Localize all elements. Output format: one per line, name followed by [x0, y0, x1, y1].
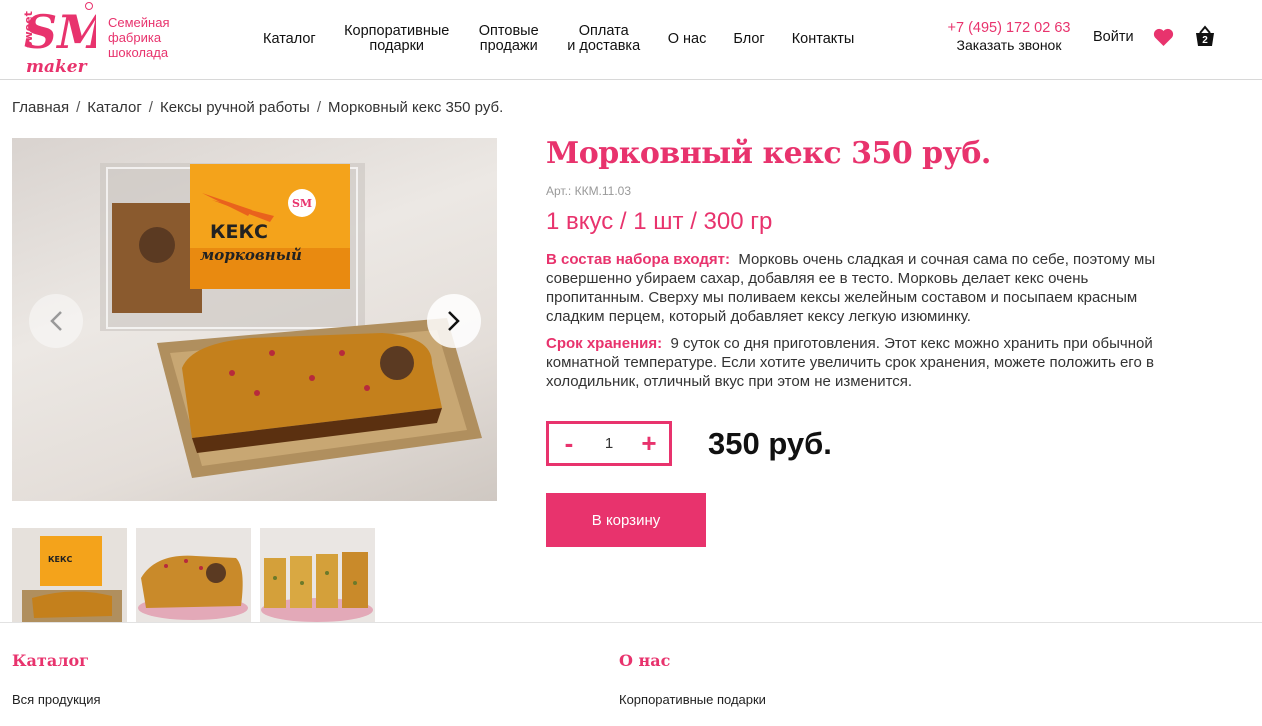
nav-payment-delivery[interactable]: Оплата и доставка — [567, 24, 641, 54]
cart-count: 2 — [1202, 35, 1208, 46]
product-article: Арт.: ККМ.11.03 — [546, 184, 632, 198]
phone-block: +7 (495) 172 02 63 Заказать звонок — [946, 20, 1072, 54]
footer: Каталог Вся продукция О нас Корпоративны… — [0, 622, 1262, 726]
breadcrumb-category[interactable]: Кексы ручной работы — [160, 99, 310, 116]
callback-link[interactable]: Заказать звонок — [946, 37, 1072, 54]
footer-about-title: О нас — [619, 651, 671, 670]
shelf-life-text: Срок хранения: 9 суток со дня приготовле… — [546, 334, 1164, 391]
logo-tagline: Семейная фабрика шоколада — [108, 15, 170, 60]
footer-link-corporate[interactable]: Корпоративные подарки — [619, 692, 766, 707]
heart-icon[interactable] — [1153, 28, 1174, 47]
thumbnail-strip: КЕКС — [12, 528, 384, 622]
product-price: 350 руб. — [708, 426, 832, 461]
composition-text: В состав набора входят: Морковь очень сл… — [546, 250, 1164, 326]
footer-catalog-title: Каталог — [12, 651, 89, 670]
product-title: Морковный кекс 350 руб. — [546, 136, 991, 171]
login-link[interactable]: Войти — [1093, 29, 1134, 45]
qty-input[interactable]: 1 — [589, 435, 629, 452]
quantity-stepper: - 1 + — [546, 421, 672, 466]
main-nav: Каталог Корпоративные подарки Оптовые прод… — [250, 0, 881, 78]
breadcrumb-current: Морковный кекс 350 руб. — [328, 99, 504, 116]
svg-text:SM: SM — [292, 197, 312, 210]
nav-about[interactable]: О нас — [668, 31, 707, 47]
nav-corporate-gifts[interactable]: Корпоративные подарки — [343, 24, 451, 54]
header: SM sweet maker Семейная фабрика шоколада… — [0, 0, 1262, 80]
product-variant: 1 вкус / 1 шт / 300 гр — [546, 208, 773, 235]
footer-link-all-products[interactable]: Вся продукция — [12, 692, 101, 707]
nav-wholesale[interactable]: Оптовые продажи — [478, 24, 540, 54]
breadcrumb: Главная / Каталог / Кексы ручной работы / М… — [12, 99, 504, 116]
thumbnail-cake-sliced[interactable] — [260, 528, 375, 622]
qty-minus-button[interactable]: - — [549, 424, 589, 463]
phone-link[interactable]: +7 (495) 172 02 63 — [946, 20, 1072, 37]
qty-plus-button[interactable]: + — [629, 424, 669, 463]
nav-contacts[interactable]: Контакты — [792, 31, 855, 47]
svg-text:КЕКС: КЕКС — [48, 555, 73, 564]
composition-label: В состав набора входят: — [546, 251, 730, 268]
svg-text:sweet: sweet — [22, 11, 35, 48]
nav-blog[interactable]: Блог — [733, 31, 764, 47]
breadcrumb-catalog[interactable]: Каталог — [87, 99, 142, 116]
gallery-next-button[interactable] — [427, 294, 481, 348]
gallery-prev-button[interactable] — [29, 294, 83, 348]
svg-text:maker: maker — [26, 57, 88, 76]
thumbnail-cake-whole[interactable] — [136, 528, 251, 622]
cart-icon[interactable]: 2 — [1193, 24, 1217, 48]
add-to-cart-button[interactable]: В корзину — [546, 493, 706, 547]
nav-catalog[interactable]: Каталог — [263, 31, 316, 47]
thumbnail-package[interactable]: КЕКС — [12, 528, 127, 622]
package-label-bottom: морковный — [200, 246, 302, 264]
package-label-top: КЕКС — [210, 221, 268, 243]
breadcrumb-home[interactable]: Главная — [12, 99, 69, 116]
product-main-photo[interactable]: КЕКС морковный SM — [12, 138, 497, 501]
logo[interactable]: SM sweet maker — [12, 2, 110, 77]
shelf-life-label: Срок хранения: — [546, 335, 663, 352]
